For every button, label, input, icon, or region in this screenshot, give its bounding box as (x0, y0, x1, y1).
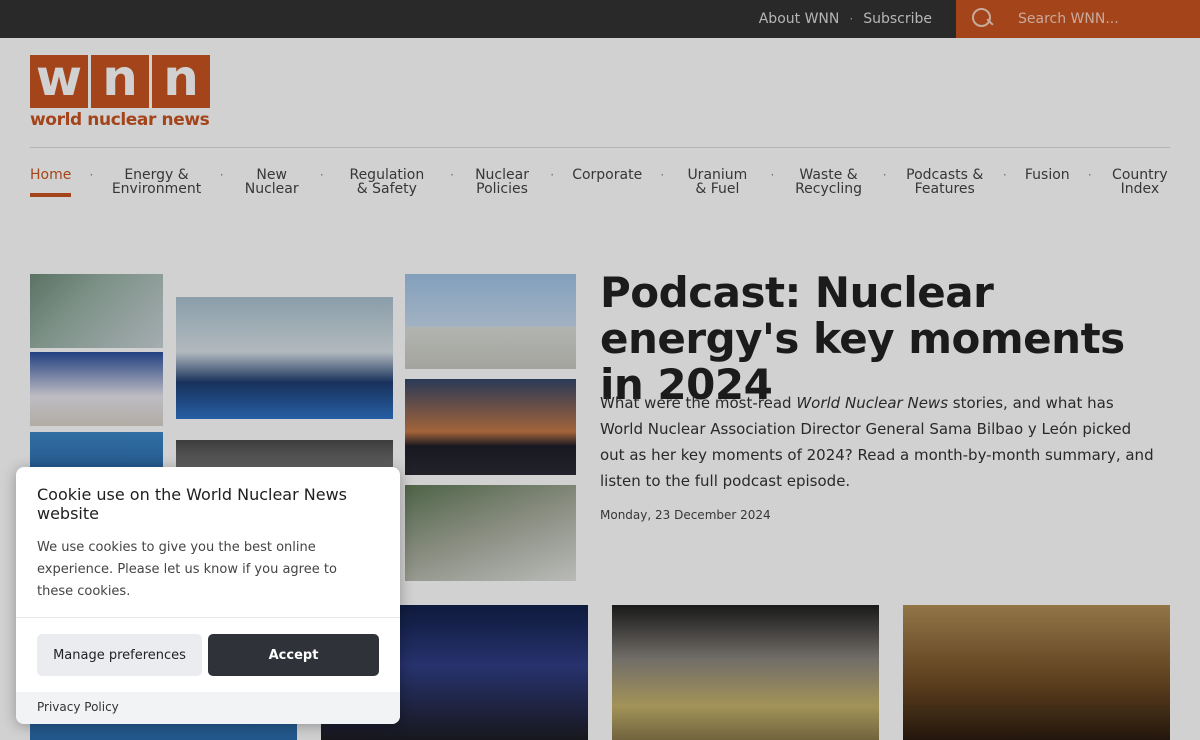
cookie-divider (16, 617, 400, 618)
cookie-footer: Privacy Policy (16, 692, 400, 724)
cookie-title: Cookie use on the World Nuclear News web… (37, 485, 347, 523)
cookie-dialog: Cookie use on the World Nuclear News web… (16, 467, 400, 724)
privacy-policy-link[interactable]: Privacy Policy (37, 700, 119, 714)
accept-button[interactable]: Accept (208, 634, 379, 676)
manage-preferences-button[interactable]: Manage preferences (37, 634, 202, 676)
cookie-body: We use cookies to give you the best onli… (37, 540, 337, 599)
